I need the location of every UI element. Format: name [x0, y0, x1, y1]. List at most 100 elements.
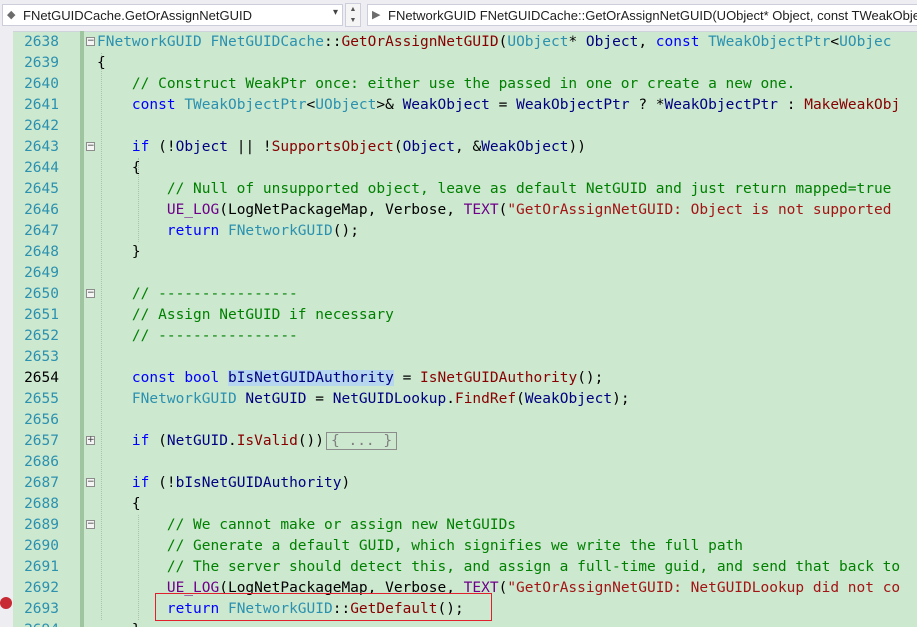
line-number: 2648: [24, 244, 59, 260]
code-line[interactable]: 2655 FNetworkGUID NetGUID = NetGUIDLooku…: [0, 389, 917, 410]
fold-toggle-icon[interactable]: −: [86, 289, 95, 298]
code-token: TWeakObjectPtr: [184, 97, 307, 113]
code-line[interactable]: 2690 // Generate a default GUID, which s…: [0, 536, 917, 557]
code-text[interactable]: const TWeakObjectPtr<UObject>& WeakObjec…: [97, 95, 900, 116]
line-number: 2689: [24, 517, 59, 533]
scope-dropdown[interactable]: ◆ FNetGUIDCache.GetOrAssignNetGUID ▾: [2, 4, 343, 26]
fold-toggle-icon[interactable]: −: [86, 520, 95, 529]
code-token: GetOrAssignNetGUID: [341, 34, 499, 50]
code-line[interactable]: 2687 − if (!bIsNetGUIDAuthority): [0, 473, 917, 494]
code-token: // Construct WeakPtr once: either use th…: [131, 76, 796, 92]
code-token: =: [489, 97, 517, 113]
fold-toggle-icon[interactable]: −: [86, 478, 95, 487]
code-line[interactable]: 2645 // Null of unsupported object, leav…: [0, 179, 917, 200]
code-text[interactable]: // The server should detect this, and as…: [97, 557, 900, 578]
code-token: NetGUID: [245, 391, 307, 407]
line-number: 2653: [24, 349, 59, 365]
code-token: *: [568, 34, 586, 50]
code-line[interactable]: 2646 UE_LOG(LogNetPackageMap, Verbose, T…: [0, 200, 917, 221]
code-line[interactable]: 2651 // Assign NetGUID if necessary: [0, 305, 917, 326]
line-number: 2638: [24, 34, 59, 50]
code-text[interactable]: FNetworkGUID FNetGUIDCache::GetOrAssignN…: [97, 32, 892, 53]
breakpoint-icon[interactable]: [0, 597, 12, 609]
code-text[interactable]: // We cannot make or assign new NetGUIDs: [97, 515, 516, 536]
code-token: =: [393, 370, 421, 386]
code-text[interactable]: const bool bIsNetGUIDAuthority = IsNetGU…: [97, 368, 603, 389]
code-text[interactable]: }: [97, 242, 141, 263]
line-number: 2693: [24, 601, 59, 617]
chevron-up-icon[interactable]: ▲: [346, 4, 360, 15]
code-text[interactable]: // Generate a default GUID, which signif…: [97, 536, 743, 557]
code-line[interactable]: 2656: [0, 410, 917, 431]
line-number: 2640: [24, 76, 59, 92]
code-text[interactable]: // Construct WeakPtr once: either use th…: [97, 74, 795, 95]
code-text[interactable]: // ----------------: [97, 284, 298, 305]
code-token: =: [306, 391, 333, 407]
code-line[interactable]: 2689 − // We cannot make or assign new Ne…: [0, 515, 917, 536]
code-token: Object: [402, 139, 455, 155]
chevron-down-icon[interactable]: ▾: [333, 7, 338, 18]
code-token: ): [341, 475, 351, 491]
code-token: WeakObject: [402, 97, 490, 113]
collapsed-region[interactable]: { ... }: [326, 432, 398, 450]
code-token: , &: [454, 139, 482, 155]
code-line[interactable]: 2649: [0, 263, 917, 284]
line-number: 2642: [24, 118, 59, 134]
code-token: (: [516, 391, 525, 407]
line-number: 2686: [24, 454, 59, 470]
member-dropdown[interactable]: ▶ FNetworkGUID FNetGUIDCache::GetOrAssig…: [367, 4, 917, 26]
code-line[interactable]: 2640 // Construct WeakPtr once: either u…: [0, 74, 917, 95]
code-text[interactable]: {: [97, 53, 106, 74]
code-editor[interactable]: 2638− FNetworkGUID FNetGUIDCache::GetOrAs…: [0, 31, 917, 627]
code-token: UObject: [315, 97, 377, 113]
code-token: // Null of unsupported object, leave as …: [166, 181, 892, 197]
code-line[interactable]: 2641 const TWeakObjectPtr<UObject>& Weak…: [0, 95, 917, 116]
code-text[interactable]: if (!bIsNetGUIDAuthority): [97, 473, 350, 494]
code-line[interactable]: 2643− if (!Object || !SupportsObject(Obj…: [0, 137, 917, 158]
code-line[interactable]: 2654 const bool bIsNetGUIDAuthority = Is…: [0, 368, 917, 389]
nav-spinner[interactable]: ▲ ▼: [345, 3, 361, 27]
fold-toggle-icon[interactable]: +: [86, 436, 95, 445]
line-number: 2647: [24, 223, 59, 239]
code-line[interactable]: 2653: [0, 347, 917, 368]
code-line[interactable]: 2650 − // ----------------: [0, 284, 917, 305]
line-number: 2645: [24, 181, 59, 197]
code-line[interactable]: 2648 }: [0, 242, 917, 263]
line-number: 2657: [24, 433, 59, 449]
code-token: FindRef: [454, 391, 517, 407]
code-text[interactable]: {: [97, 158, 141, 179]
code-line[interactable]: 2691 // The server should detect this, a…: [0, 557, 917, 578]
code-text[interactable]: FNetworkGUID NetGUID = NetGUIDLookup.Fin…: [97, 389, 630, 410]
line-number: 2654: [24, 370, 59, 386]
code-line[interactable]: 2647 return FNetworkGUID();: [0, 221, 917, 242]
code-token: {: [97, 55, 106, 71]
code-text[interactable]: if (NetGUID.IsValid()){ ... }: [97, 431, 398, 452]
code-token: );: [612, 391, 630, 407]
code-text[interactable]: // Assign NetGUID if necessary: [97, 305, 394, 326]
code-line[interactable]: 2652 // ----------------: [0, 326, 917, 347]
code-text[interactable]: // Null of unsupported object, leave as …: [97, 179, 892, 200]
fold-toggle-icon[interactable]: −: [86, 37, 95, 46]
code-line[interactable]: 2642: [0, 116, 917, 137]
code-text[interactable]: {: [97, 494, 141, 515]
fold-toggle-icon[interactable]: −: [86, 142, 95, 151]
code-text[interactable]: return FNetworkGUID();: [97, 221, 359, 242]
code-line[interactable]: 2657 + if (NetGUID.IsValid()){ ... }: [0, 431, 917, 452]
line-number: 2691: [24, 559, 59, 575]
code-text[interactable]: UE_LOG(LogNetPackageMap, Verbose, TEXT("…: [97, 200, 892, 221]
code-line[interactable]: 2639 {: [0, 53, 917, 74]
code-line[interactable]: 2638 − FNetworkGUID FNetGUIDCache::GetOrAs…: [0, 32, 917, 53]
code-text[interactable]: // ----------------: [97, 326, 298, 347]
code-line[interactable]: 2686: [0, 452, 917, 473]
scope-dropdown-label: FNetGUIDCache.GetOrAssignNetGUID: [23, 8, 253, 23]
code-text[interactable]: }: [97, 620, 141, 627]
code-token: Object: [175, 139, 228, 155]
code-text[interactable]: if (!Object || !SupportsObject(Object, &…: [97, 137, 586, 158]
code-line[interactable]: 2694 }: [0, 620, 917, 627]
line-number: 2639: [24, 55, 59, 71]
code-line[interactable]: 2644 {: [0, 158, 917, 179]
chevron-down-icon[interactable]: ▼: [346, 15, 360, 26]
code-token: return: [166, 223, 220, 239]
code-line[interactable]: 2688 {: [0, 494, 917, 515]
